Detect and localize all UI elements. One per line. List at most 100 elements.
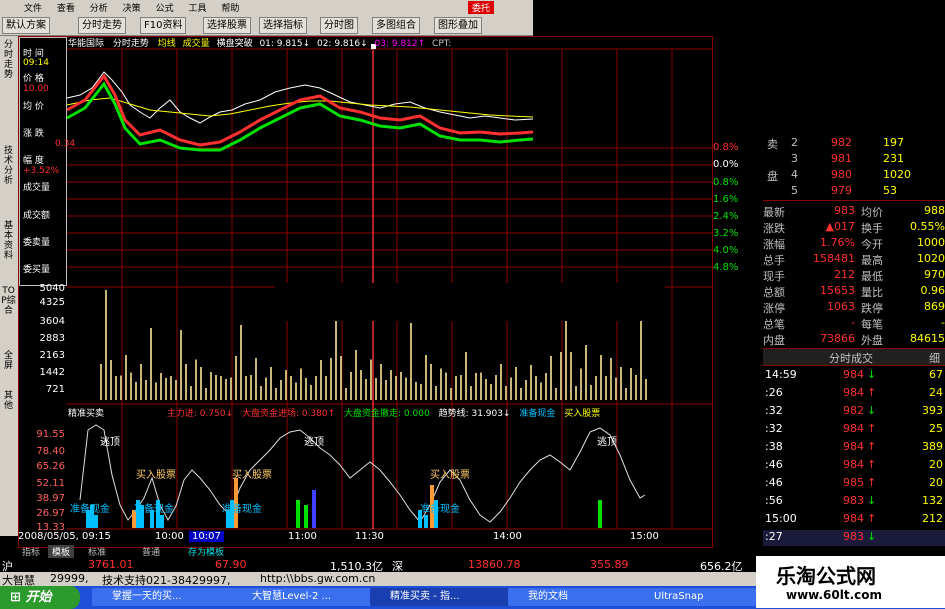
quote-stat-row: 总手 158481 最高 1020 <box>763 252 945 268</box>
stat-value: 1020 <box>917 252 945 265</box>
tab-standard[interactable]: 标准 <box>84 545 110 558</box>
volume-bar <box>260 386 262 400</box>
volume-bar <box>210 372 212 400</box>
tick-time: :46 <box>765 458 783 471</box>
pct-axis-label: 0.8% <box>713 142 739 153</box>
tick-time: :32 <box>765 404 783 417</box>
pct-label: 幅 度 <box>23 156 44 166</box>
tick-row: :27 983 ↓ <box>763 530 945 546</box>
volume-bar <box>465 352 467 400</box>
vol-axis-label: 3604 <box>39 316 65 327</box>
volume-bar <box>155 382 157 400</box>
indicator-name: 精准买卖 <box>68 409 105 418</box>
tab-save-template[interactable]: 存为模板 <box>184 545 228 558</box>
volume-bar <box>140 364 142 400</box>
volume-bar <box>425 355 427 400</box>
task-item[interactable]: 掌握一天的买... <box>92 588 246 606</box>
tab-template[interactable]: 模板 <box>48 545 75 558</box>
volume-bar <box>410 323 412 400</box>
volume-bar <box>145 380 147 400</box>
sell-signal-label: 逃顶 <box>304 437 324 448</box>
bottom-tabs: 指标 模板 标准 普通 存为模板 <box>18 545 318 558</box>
volume-bar <box>160 373 162 400</box>
volume-bar <box>545 373 547 400</box>
task-item[interactable]: UltraSnap <box>634 588 770 606</box>
task-item-active[interactable]: 精准买卖 - 指... <box>370 588 522 606</box>
pct-axis-label: 1.6% <box>713 194 739 205</box>
stat-value: 970 <box>924 268 945 281</box>
volume-bar <box>275 388 277 400</box>
task-item[interactable]: 大智慧Level-2 ... <box>232 588 384 606</box>
volume-bar <box>365 379 367 400</box>
tick-time: :27 <box>765 530 783 543</box>
windows-logo-icon: ⊞ <box>10 590 21 605</box>
arrow-up-icon: ↑ <box>867 476 877 489</box>
volume-bar <box>375 378 377 400</box>
volume-bar <box>605 376 607 400</box>
volume-bar <box>235 356 237 400</box>
quote-stat-row: 总笔 - 每笔 - <box>763 316 945 332</box>
stat-key: 涨停 <box>763 302 785 315</box>
price-line <box>66 71 534 124</box>
pct-axis-label: 0.0% <box>713 159 739 170</box>
task-item[interactable]: 我的文档 <box>508 588 648 606</box>
volume-bar <box>170 376 172 400</box>
quote-stat-row: 最新 983 均价 988 <box>763 204 945 220</box>
ask-volume-label: 委卖量 <box>23 238 51 248</box>
volume-bar <box>350 372 352 400</box>
indicator-field-6: 买入股票 <box>564 409 601 418</box>
view-name: 分时走势 <box>112 39 149 49</box>
stat-key: 今开 <box>861 238 883 251</box>
tick-volume: 132 <box>922 494 943 507</box>
volume-bar <box>355 350 357 400</box>
volume-bar <box>515 367 517 400</box>
volume-bar <box>380 364 382 400</box>
volume-bar <box>475 373 477 400</box>
volume-bar <box>575 386 577 400</box>
buy-signal-label: 买入股票 <box>430 470 470 481</box>
volume-bar <box>570 352 572 400</box>
stat-key: 涨幅 <box>763 238 785 251</box>
tick-price: 984 <box>843 368 864 381</box>
indicator-bar <box>312 490 316 528</box>
c2-value: 02: 9.816↓ <box>316 39 368 49</box>
start-button[interactable]: ⊞ 开始 <box>0 586 80 609</box>
volume-bar <box>560 352 562 400</box>
pct-axis-label: 4.8% <box>713 262 739 273</box>
ind-axis-label: 52.11 <box>36 478 65 489</box>
stat-key: 总笔 <box>763 318 785 331</box>
ask-price: 979 <box>831 184 852 197</box>
ask-level: 5 <box>791 184 798 197</box>
stat-value: 15653 <box>820 284 855 297</box>
stat-key: 换手 <box>861 222 883 235</box>
tab-normal[interactable]: 普通 <box>138 545 164 558</box>
tab-indicator[interactable]: 指标 <box>18 545 44 558</box>
volume-bar <box>460 375 462 400</box>
tick-time: :32 <box>765 422 783 435</box>
volume-bar <box>610 358 612 400</box>
quote-stat-row: 总额 15653 量比 0.96 <box>763 284 945 300</box>
ticks-title[interactable]: 分时成交 <box>829 350 873 366</box>
cash-signal-label: 准备现金 <box>222 504 262 515</box>
ind-axis-label: 38.97 <box>36 493 65 504</box>
volume-bar <box>120 375 122 400</box>
tick-row: :46 985 ↑ 20 <box>763 476 945 492</box>
stat-value: 983 <box>834 204 855 217</box>
watermark-title: 乐淘公式网 <box>776 564 876 588</box>
time-axis-tick: 15:00 <box>630 531 659 542</box>
ind-axis-label: 91.55 <box>36 429 65 440</box>
volume-bar <box>525 380 527 400</box>
ind-axis-label: 78.40 <box>36 446 65 457</box>
volume-bar <box>595 376 597 400</box>
ticks-detail-tab[interactable]: 细 <box>929 350 940 366</box>
vol-axis-label: 2883 <box>39 333 65 344</box>
tick-price: 984 <box>843 512 864 525</box>
arrow-down-icon: ↓ <box>867 404 877 417</box>
stat-key: 最低 <box>861 270 883 283</box>
volume-bar <box>640 316 642 400</box>
ind-axis-label: 65.26 <box>36 461 65 472</box>
volume-label: 成交量 <box>23 183 51 193</box>
price-label: 价 格 <box>23 74 44 84</box>
indicator-field-3: 大盘资金撤走: 0.000 <box>344 409 430 418</box>
pct-value: +3.52% <box>23 166 60 176</box>
